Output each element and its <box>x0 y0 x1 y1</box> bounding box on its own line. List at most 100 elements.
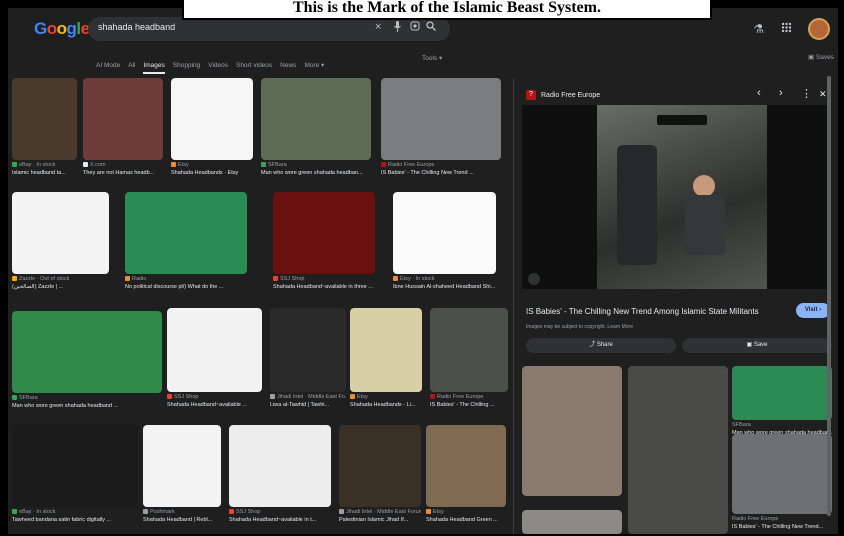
result-image[interactable] <box>12 192 109 274</box>
result-image[interactable] <box>143 425 221 507</box>
tab-all[interactable]: All <box>128 62 135 69</box>
result-source[interactable]: eBay · In stock <box>12 509 138 515</box>
result-title[interactable]: Tawheed bandana satin fabric digitally .… <box>12 517 138 523</box>
result-source[interactable]: Etsy <box>350 394 422 400</box>
result-title[interactable]: No political discourse pl/) What do the … <box>125 284 247 290</box>
result-title[interactable]: Shahada Headband Green ... <box>426 517 506 523</box>
tab-images[interactable]: Images <box>143 62 165 74</box>
result-source[interactable]: Etsy · In stock <box>393 276 496 282</box>
result-source[interactable]: SFBara <box>261 162 371 168</box>
related-image[interactable]: Radio Free EuropeIS Babies' - The Chilli… <box>732 434 832 534</box>
result-title[interactable]: Shahada Headband~available ... <box>167 402 262 408</box>
result-source[interactable]: Radio Free Europe <box>381 162 501 168</box>
account-avatar[interactable] <box>808 18 830 40</box>
result-tile[interactable]: Radio No political discourse pl/) What do… <box>125 192 247 296</box>
result-tile[interactable]: X.com They are not Hamas headb... <box>83 78 163 182</box>
result-source[interactable]: X.com <box>83 162 163 168</box>
result-tile[interactable]: Etsy · In stock Ibne Hussain Al-shaheed H… <box>393 192 496 296</box>
tab-ai-mode[interactable]: AI Mode <box>96 62 120 69</box>
result-image[interactable] <box>339 425 421 507</box>
result-title[interactable]: They are not Hamas headb... <box>83 170 163 176</box>
preview-image-container[interactable] <box>522 105 828 289</box>
result-source[interactable]: Radio <box>125 276 247 282</box>
visit-button[interactable]: Visit › <box>796 303 830 318</box>
labs-icon[interactable]: ⚗ <box>753 22 764 36</box>
result-title[interactable]: Shahada Headbands · Etsy <box>171 170 253 176</box>
search-input[interactable]: shahada headband <box>98 22 175 32</box>
result-tile[interactable]: Poshmark Shahada Headband | Rebl... <box>143 425 221 529</box>
result-title[interactable]: Shahada Headband~available in t... <box>229 517 331 523</box>
result-source[interactable]: eBay · In stock <box>12 162 77 168</box>
result-image[interactable] <box>12 78 77 160</box>
tab-news[interactable]: News <box>280 62 296 69</box>
result-image[interactable] <box>393 192 496 274</box>
saves-button[interactable]: ▣ Saves <box>808 53 834 61</box>
result-title[interactable]: (الصالحين) Zazzle | ... <box>12 284 109 290</box>
result-tile[interactable]: eBay · In stock Tawheed bandana satin fab… <box>12 425 138 529</box>
result-source[interactable]: SSJ Shop <box>229 509 331 515</box>
result-title[interactable]: Islamic headband ta... <box>12 170 77 176</box>
result-tile[interactable]: Radio Free Europe IS Babies' - The Chilli… <box>381 78 501 182</box>
result-image[interactable] <box>229 425 331 507</box>
result-title[interactable]: Shahada Headband | Rebl... <box>143 517 221 523</box>
related-title[interactable]: IS Babies' - The Chilling New Trend... <box>732 524 832 530</box>
tab-videos[interactable]: Videos <box>208 62 228 69</box>
mic-icon[interactable] <box>394 21 401 35</box>
result-image[interactable] <box>261 78 371 160</box>
related-image[interactable]: Radio Free EuropeIS Babies' - The Chilli… <box>522 510 622 534</box>
result-image[interactable] <box>426 425 506 507</box>
tab-more[interactable]: More ▾ <box>304 61 324 69</box>
tab-short-videos[interactable]: Short videos <box>236 62 272 69</box>
related-image[interactable] <box>522 366 622 496</box>
result-title[interactable]: Man who wore green shahada headban... <box>261 170 371 176</box>
lens-icon[interactable] <box>410 21 420 34</box>
save-button[interactable]: ▣ Save <box>682 338 832 353</box>
result-image[interactable] <box>270 308 346 392</box>
tools-button[interactable]: Tools ▾ <box>422 54 442 62</box>
result-title[interactable]: IS Babies' - The Chilling ... <box>430 402 508 408</box>
result-title[interactable]: Shahada Headband~available in three ... <box>273 284 375 290</box>
result-tile[interactable]: Zazzle · Out of stock (الصالحين) Zazzle |… <box>12 192 109 296</box>
tab-shopping[interactable]: Shopping <box>173 62 200 69</box>
result-source[interactable]: SFBara <box>12 395 162 401</box>
result-source[interactable]: Etsy <box>426 509 506 515</box>
result-source[interactable]: Zazzle · Out of stock <box>12 276 109 282</box>
result-image[interactable] <box>167 308 262 392</box>
result-title[interactable]: Man who wore green shahada headband ... <box>12 403 162 409</box>
result-tile[interactable]: SSJ Shop Shahada Headband~available in th… <box>273 192 375 296</box>
share-button[interactable]: ⤴ Share <box>526 338 676 353</box>
result-tile[interactable]: Etsy Shahada Headbands · Etsy <box>171 78 253 182</box>
apps-grid-icon[interactable] <box>781 22 792 36</box>
lens-search-icon[interactable] <box>528 273 540 285</box>
result-image[interactable] <box>350 308 422 392</box>
search-box[interactable]: shahada headband × <box>88 17 450 41</box>
related-image[interactable]: SFBara Man who wore green shahada headban… <box>732 366 832 442</box>
more-options-icon[interactable]: ⋮ <box>801 87 812 100</box>
result-image[interactable] <box>171 78 253 160</box>
prev-arrow-icon[interactable]: ‹ <box>757 87 761 99</box>
result-source[interactable]: SSJ Shop <box>167 394 262 400</box>
result-title[interactable]: IS Babies' - The Chilling New Trend ... <box>381 170 501 176</box>
related-image[interactable] <box>628 366 728 534</box>
result-tile[interactable]: Radio Free Europe IS Babies' - The Chilli… <box>430 308 508 414</box>
result-image[interactable] <box>83 78 163 160</box>
result-image[interactable] <box>12 311 162 393</box>
preview-title[interactable]: IS Babies' - The Chilling New Trend Amon… <box>526 307 759 316</box>
result-tile[interactable]: eBay · In stock Islamic headband ta... <box>12 78 77 182</box>
result-source[interactable]: Jihadi Intel · Middle East Fo... <box>270 394 346 400</box>
result-image[interactable] <box>12 425 138 507</box>
result-title[interactable]: Shahada Headbands - Li... <box>350 402 422 408</box>
result-image[interactable] <box>125 192 247 274</box>
result-tile[interactable]: SFBara Man who wore green shahada headban… <box>261 78 371 182</box>
result-source[interactable]: SSJ Shop <box>273 276 375 282</box>
result-tile[interactable]: SSJ Shop Shahada Headband~available in t.… <box>229 425 331 529</box>
next-arrow-icon[interactable]: › <box>779 87 783 99</box>
result-source[interactable]: Poshmark <box>143 509 221 515</box>
result-title[interactable]: Liwa al-Tawhid | Tawhi... <box>270 402 346 408</box>
result-title[interactable]: Ibne Hussain Al-shaheed Headband Shi... <box>393 284 496 290</box>
result-tile[interactable]: Etsy Shahada Headbands - Li... <box>350 308 422 414</box>
result-source[interactable]: Jihadi Intel · Middle East Forum <box>339 509 421 515</box>
scrollbar-thumb[interactable] <box>827 76 831 516</box>
result-image[interactable] <box>430 308 508 392</box>
clear-icon[interactable]: × <box>375 21 381 33</box>
